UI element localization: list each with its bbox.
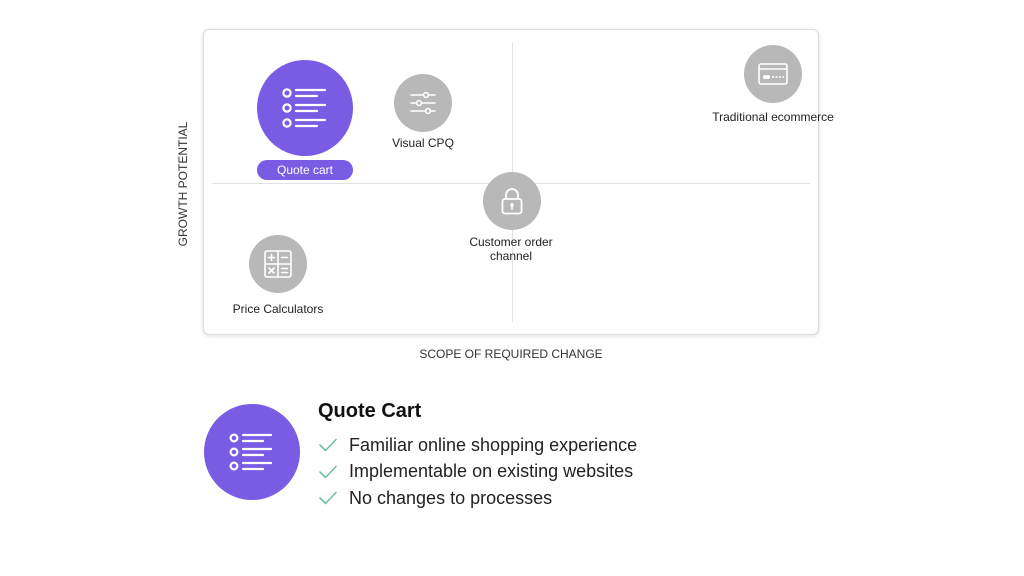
feature-item: Familiar online shopping experience xyxy=(318,432,637,459)
check-icon xyxy=(318,464,340,480)
feature-text: Familiar online shopping experience xyxy=(349,434,638,455)
customer-order-channel-label-line2: channel xyxy=(489,249,533,263)
y-axis-label: GROWTH POTENTIAL xyxy=(176,121,190,247)
traditional-ecommerce-label: Traditional ecommerce xyxy=(712,110,834,124)
feature-list: Familiar online shopping experience Impl… xyxy=(318,432,637,512)
feature-text: No changes to processes xyxy=(349,487,553,508)
lock-icon xyxy=(501,188,523,215)
node-price-calculators[interactable] xyxy=(249,235,307,293)
detail-title: Quote Cart xyxy=(318,400,422,422)
price-calculators-label: Price Calculators xyxy=(232,302,324,316)
x-axis-label: SCOPE OF REQUIRED CHANGE xyxy=(419,347,603,361)
quote-cart-label-pill: Quote cart xyxy=(257,160,353,180)
feature-text: Implementable on existing websites xyxy=(349,461,634,482)
list-icon xyxy=(229,433,273,471)
list-icon xyxy=(282,88,327,128)
customer-order-channel-label-line1: Customer order xyxy=(469,235,553,249)
feature-item: Implementable on existing websites xyxy=(318,459,637,486)
feature-item: No changes to processes xyxy=(318,485,637,512)
node-traditional-ecommerce[interactable] xyxy=(744,45,802,103)
sliders-icon xyxy=(410,92,436,114)
calculator-icon xyxy=(264,250,292,278)
node-visual-cpq[interactable] xyxy=(394,74,452,132)
node-quote-cart[interactable] xyxy=(257,60,353,156)
customer-order-channel-label: Customer order channel xyxy=(469,235,552,263)
detail-quote-cart-icon-circle xyxy=(204,404,300,500)
visual-cpq-label: Visual CPQ xyxy=(392,136,454,150)
node-customer-order-channel[interactable] xyxy=(483,172,541,230)
credit-card-icon xyxy=(758,63,788,85)
check-icon xyxy=(318,437,340,453)
check-icon xyxy=(318,490,340,506)
